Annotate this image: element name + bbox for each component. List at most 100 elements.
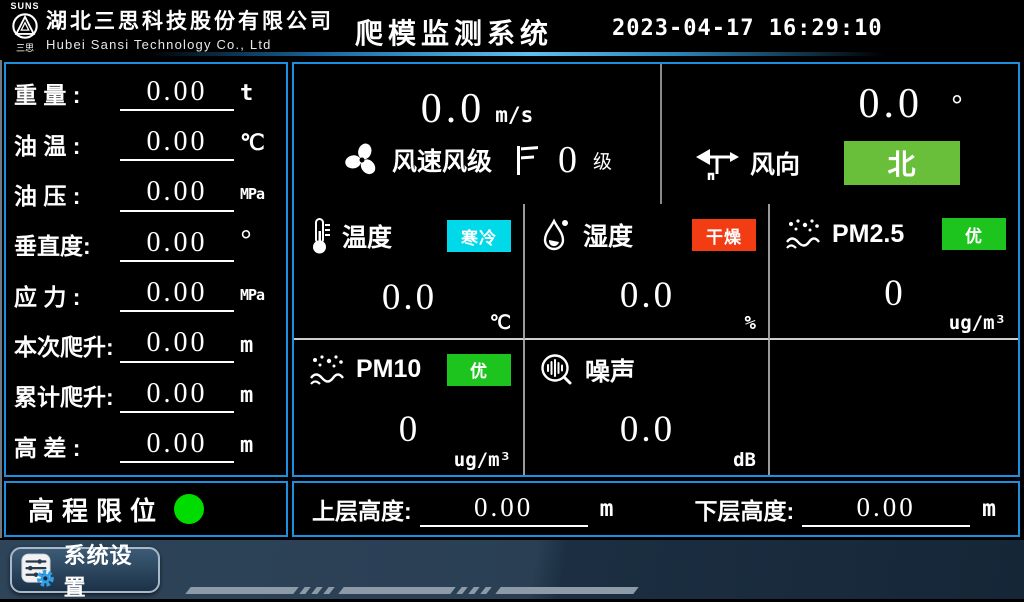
elevation-limit-box: 高程限位 — [4, 481, 288, 537]
oil-pressure-unit: MPa — [240, 185, 278, 203]
pm25-value: 0 — [784, 272, 1006, 315]
stress-unit: MPa — [240, 286, 278, 304]
temperature-status-badge: 寒冷 — [447, 220, 511, 252]
row-oil-pressure: 油 压 : 0.00 MPa — [14, 169, 278, 219]
pm10-cell: PM10 优 0 ug/m³ — [294, 340, 525, 476]
pm25-cell: PM2.5 优 0 ug/m³ — [770, 204, 1018, 340]
pm10-label: PM10 — [356, 355, 421, 384]
total-climb-value: 0.00 — [120, 378, 234, 413]
wind-direction-block: 0.0 ° 风向 北 — [662, 64, 1018, 204]
current-climb-label: 本次爬升: — [14, 328, 118, 362]
pm10-status-badge: 优 — [447, 354, 511, 386]
humidity-value: 0.0 — [539, 274, 756, 317]
noise-label: 噪声 — [585, 352, 635, 388]
row-stress: 应 力 : 0.00 MPa — [14, 270, 278, 320]
temperature-unit: ℃ — [490, 312, 511, 334]
wind-direction-unit: ° — [951, 83, 963, 131]
pm10-unit: ug/m³ — [454, 449, 511, 471]
company-name-cn: 湖北三思科技股份有限公司 — [46, 5, 334, 35]
dust-icon — [308, 352, 346, 388]
footer-decorative-stripes — [188, 587, 636, 594]
humidity-label: 湿度 — [583, 217, 633, 253]
settings-button-label: 系统设置 — [64, 538, 150, 602]
noise-detector-icon — [539, 352, 575, 388]
row-height-difference: 高 差 : 0.00 m — [14, 421, 278, 471]
wind-direction-badge: 北 — [844, 141, 960, 185]
temperature-label: 温度 — [342, 218, 392, 254]
wind-speed-unit: m/s — [495, 103, 533, 127]
weight-unit: t — [240, 81, 278, 106]
settings-sliders-gear-icon — [20, 551, 56, 589]
oil-temperature-value: 0.00 — [120, 126, 234, 161]
pm25-unit: ug/m³ — [949, 312, 1006, 334]
wind-direction-label: 风向 — [750, 145, 800, 181]
wind-level-line: 风速风级 0 级 — [294, 140, 660, 180]
temperature-value: 0.0 — [308, 276, 511, 319]
humidity-unit: % — [745, 312, 756, 334]
wind-direction-line: 风向 北 — [662, 141, 1018, 185]
weight-label: 重 量 : — [14, 76, 118, 110]
row-verticality: 垂直度: 0.00 ° — [14, 219, 278, 269]
sansi-logo-icon — [10, 11, 40, 41]
height-difference-unit: m — [240, 433, 278, 458]
environment-panel: 0.0 m/s 风速风级 0 — [292, 62, 1020, 477]
wind-vane-icon — [694, 143, 740, 183]
pm25-header: PM2.5 优 — [784, 216, 1006, 252]
noise-value: 0.0 — [539, 408, 756, 451]
droplet-icon — [539, 216, 573, 254]
upper-height-label: 上层高度: — [312, 492, 412, 526]
screen-edge-line — [0, 60, 2, 538]
noise-unit: dB — [733, 449, 756, 471]
lower-height-unit: m — [982, 496, 996, 522]
total-climb-label: 累计爬升: — [14, 378, 118, 412]
datetime-display: 2023-04-17 16:29:10 — [612, 16, 883, 41]
noise-header: 噪声 — [539, 352, 756, 388]
dust-icon — [784, 216, 822, 252]
elevation-limit-label: 高程限位 — [28, 491, 164, 528]
humidity-cell: 湿度 干燥 0.0 % — [525, 204, 770, 340]
pm10-value: 0 — [308, 408, 511, 451]
row-weight: 重 量 : 0.00 t — [14, 68, 278, 118]
wind-speed-value: 0.0 — [421, 88, 486, 130]
wind-speed-label: 风速风级 — [392, 142, 492, 178]
pm10-header: PM10 优 — [308, 352, 511, 388]
company-name-en: Hubei Sansi Technology Co., Ltd — [46, 37, 334, 52]
oil-pressure-value: 0.00 — [120, 176, 234, 211]
stress-value: 0.00 — [120, 277, 234, 312]
total-climb-unit: m — [240, 383, 278, 408]
humidity-header: 湿度 干燥 — [539, 216, 756, 254]
layer-heights-box: 上层高度: 0.00 m 下层高度: 0.00 m — [292, 481, 1020, 537]
logo-sansi-text: 三思 — [8, 41, 42, 54]
height-difference-label: 高 差 : — [14, 429, 118, 463]
header: SUNS 三思 湖北三思科技股份有限公司 Hubei Sansi Technol… — [0, 0, 1024, 52]
upper-height-unit: m — [600, 496, 614, 522]
wind-speed-value-line: 0.0 m/s — [294, 88, 660, 130]
oil-temperature-unit: ℃ — [240, 131, 278, 156]
wind-level-icon — [512, 142, 542, 178]
wind-speed-block: 0.0 m/s 风速风级 0 — [294, 64, 662, 204]
current-climb-value: 0.00 — [120, 327, 234, 362]
weight-value: 0.00 — [120, 76, 234, 111]
pm25-label: PM2.5 — [832, 220, 904, 249]
measurements-panel: 重 量 : 0.00 t 油 温 : 0.00 ℃ 油 压 : 0.00 MPa… — [4, 62, 288, 477]
oil-temperature-label: 油 温 : — [14, 127, 118, 161]
thermometer-icon — [308, 216, 332, 256]
wind-direction-value: 0.0 — [859, 83, 924, 125]
system-settings-button[interactable]: 系统设置 — [10, 547, 160, 593]
company-logo: SUNS 三思 — [8, 1, 42, 54]
row-current-climb: 本次爬升: 0.00 m — [14, 320, 278, 370]
fan-icon — [342, 140, 382, 180]
temperature-header: 温度 寒冷 — [308, 216, 511, 256]
verticality-label: 垂直度: — [14, 227, 118, 261]
lower-height-label: 下层高度: — [694, 492, 794, 526]
empty-cell — [770, 340, 1018, 476]
wind-direction-value-line: 0.0 ° — [662, 83, 1018, 131]
current-climb-unit: m — [240, 333, 278, 358]
row-oil-temperature: 油 温 : 0.00 ℃ — [14, 118, 278, 168]
footer-bar: 系统设置 — [0, 540, 1024, 599]
upper-height-value: 0.00 — [420, 492, 588, 527]
wind-section: 0.0 m/s 风速风级 0 — [294, 64, 1018, 204]
elevation-limit-indicator — [174, 494, 204, 524]
verticality-unit: ° — [240, 233, 278, 251]
header-divider-line — [145, 52, 885, 56]
